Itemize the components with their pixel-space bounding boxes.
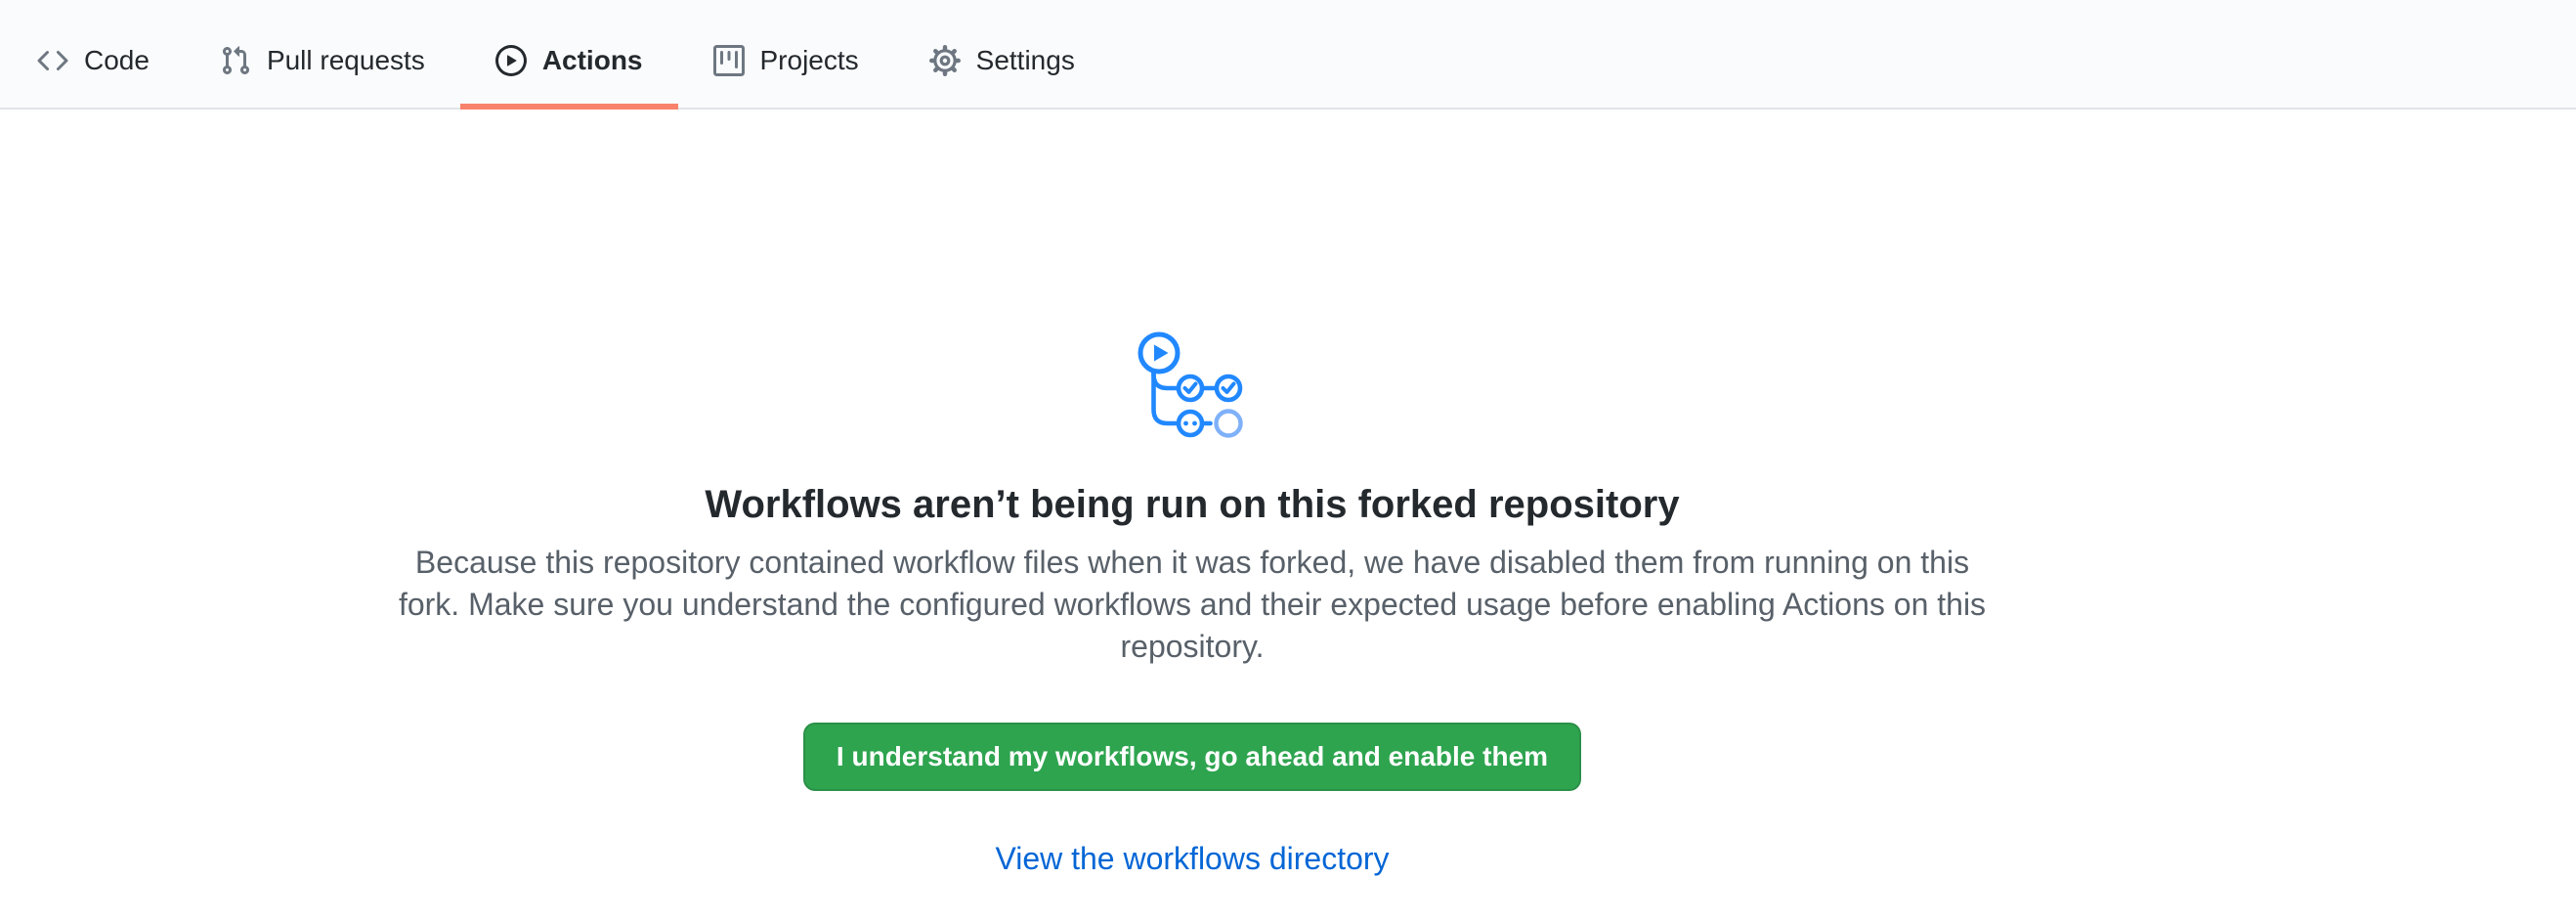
tab-label: Settings bbox=[976, 47, 1075, 74]
tab-pull-requests[interactable]: Pull requests bbox=[185, 14, 460, 108]
tab-label: Projects bbox=[760, 47, 859, 74]
blankslate: Workflows aren’t being run on this forke… bbox=[0, 110, 2384, 886]
blankslate-heading: Workflows aren’t being run on this forke… bbox=[0, 480, 2384, 529]
repo-tab-nav: Code Pull requests Actions Projects bbox=[0, 0, 2576, 110]
tab-code[interactable]: Code bbox=[2, 14, 185, 108]
enable-workflows-button[interactable]: I understand my workflows, go ahead and … bbox=[803, 723, 1581, 791]
workflows-directory-link[interactable]: View the workflows directory bbox=[995, 841, 1389, 876]
tab-label: Pull requests bbox=[267, 47, 425, 74]
git-pull-request-icon bbox=[220, 45, 251, 76]
play-icon bbox=[495, 45, 527, 76]
blankslate-description: Because this repository contained workfl… bbox=[396, 542, 1989, 668]
tab-actions[interactable]: Actions bbox=[460, 14, 678, 108]
gear-icon bbox=[929, 45, 961, 76]
tab-label: Code bbox=[84, 47, 150, 74]
button-row: I understand my workflows, go ahead and … bbox=[0, 723, 2384, 791]
tab-projects[interactable]: Projects bbox=[678, 14, 894, 108]
tab-settings[interactable]: Settings bbox=[894, 14, 1110, 108]
link-row: View the workflows directory bbox=[0, 838, 2384, 886]
code-icon bbox=[37, 45, 68, 76]
project-icon bbox=[713, 45, 745, 76]
workflow-graph-icon bbox=[1136, 328, 1249, 441]
tab-label: Actions bbox=[542, 47, 643, 74]
actions-blankslate-page: Workflows aren’t being run on this forke… bbox=[0, 110, 2384, 886]
